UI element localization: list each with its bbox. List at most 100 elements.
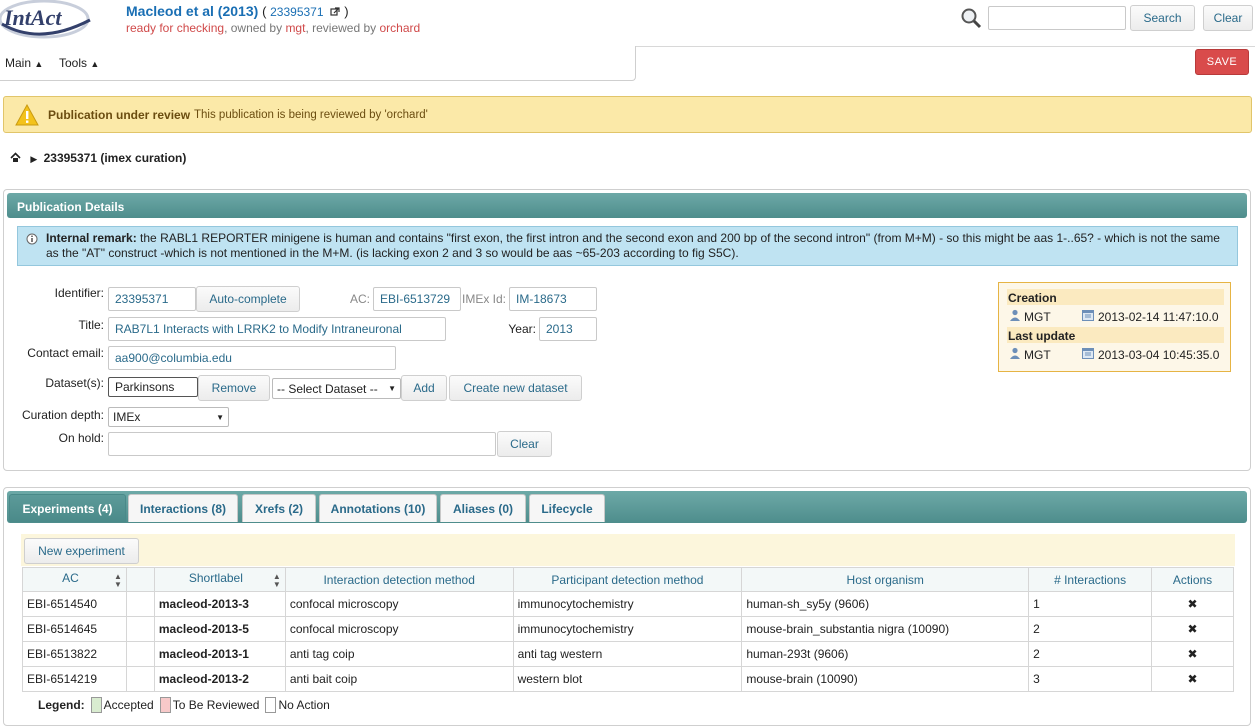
user-icon xyxy=(1009,347,1021,362)
cell-interaction-method: anti bait coip xyxy=(284,666,514,692)
cell-participant-method: western blot xyxy=(512,666,743,692)
remark-text: the RABL1 REPORTER minigene is human and… xyxy=(46,231,1220,260)
column-header-participant-method: Participant detection method xyxy=(512,567,743,592)
year-field[interactable] xyxy=(539,317,597,341)
tab-aliases[interactable]: Aliases (0) xyxy=(440,494,526,522)
calendar-icon xyxy=(1082,347,1094,362)
legend-label: Legend: xyxy=(38,698,85,712)
ac-field[interactable] xyxy=(373,287,461,311)
remark-label: Internal remark: xyxy=(46,231,137,245)
info-icon xyxy=(26,233,38,249)
cell-participant-method: immunocytochemistry xyxy=(512,616,743,642)
internal-remark: Internal remark: the RABL1 REPORTER mini… xyxy=(17,226,1238,266)
search-button[interactable]: Search xyxy=(1130,5,1195,31)
curation-depth-label: Curation depth: xyxy=(21,408,104,422)
experiments-table: AC ▲ ▼ Shortlabel ▲ ▼ Interaction detection … xyxy=(22,567,1234,692)
cell-shortlabel[interactable]: macleod-2013-1 xyxy=(153,641,286,667)
delete-icon[interactable]: ✖ xyxy=(1151,641,1234,667)
cell-interaction-method: anti tag coip xyxy=(284,641,514,667)
user-icon xyxy=(1009,309,1021,324)
cell-ac: EBI-6514219 xyxy=(22,666,127,692)
column-header-host-organism: Host organism xyxy=(741,567,1030,592)
on-hold-label: On hold: xyxy=(58,431,104,445)
legend-swatch-to-review xyxy=(159,697,171,713)
auto-complete-button[interactable]: Auto-complete xyxy=(196,286,300,312)
publication-title: Macleod et al (2013) ( 23395371 ) xyxy=(126,3,349,19)
table-header-row: AC ▲ ▼ Shortlabel ▲ ▼ Interaction detection … xyxy=(22,567,1234,592)
update-user: MGT xyxy=(1024,347,1051,362)
delete-icon[interactable]: ✖ xyxy=(1151,616,1234,642)
cell-host-organism: mouse-brain_substantia nigra (10090) xyxy=(741,616,1030,642)
tab-xrefs[interactable]: Xrefs (2) xyxy=(242,494,316,522)
breadcrumb-current: 23395371 (imex curation) xyxy=(43,151,187,165)
external-link-icon[interactable] xyxy=(327,3,344,19)
legend-accepted: Accepted xyxy=(103,698,154,712)
banner-title: Publication under review xyxy=(48,108,191,122)
creation-heading: Creation xyxy=(1007,289,1224,305)
calendar-icon xyxy=(1082,309,1094,324)
delete-icon[interactable]: ✖ xyxy=(1151,666,1234,692)
cell-host-organism: human-sh_sy5y (9606) xyxy=(741,591,1030,617)
table-row[interactable]: EBI-6514645 macleod-2013-5 confocal micr… xyxy=(22,616,1234,642)
cell-interactions-count: 3 xyxy=(1028,666,1153,692)
reviewer-name: orchard xyxy=(379,21,421,35)
legend-no-action: No Action xyxy=(278,698,330,712)
on-hold-clear-button[interactable]: Clear xyxy=(497,431,552,457)
legend-swatch-accepted xyxy=(90,697,102,713)
intact-logo[interactable]: IntAct xyxy=(0,0,95,42)
select-dataset-dropdown[interactable]: -- Select Dataset -- ▼ xyxy=(272,378,401,399)
imex-id-label: IMEx Id: xyxy=(462,292,507,306)
experiments-toolbar xyxy=(21,534,1235,566)
identifier-field[interactable] xyxy=(108,287,196,311)
table-row[interactable]: EBI-6514219 macleod-2013-2 anti bait coi… xyxy=(22,666,1234,692)
delete-icon[interactable]: ✖ xyxy=(1151,591,1234,617)
status-text: ready for checking xyxy=(126,21,225,35)
cell-interactions-count: 1 xyxy=(1028,591,1153,617)
tab-interactions[interactable]: Interactions (8) xyxy=(128,494,238,522)
add-dataset-button[interactable]: Add xyxy=(401,375,447,401)
dataset-list[interactable] xyxy=(108,377,198,397)
dropdown-arrow-icon: ▼ xyxy=(388,384,396,393)
new-experiment-button[interactable]: New experiment xyxy=(24,538,139,564)
contact-email-field[interactable] xyxy=(108,346,396,370)
column-header-shortlabel[interactable]: Shortlabel ▲ ▼ xyxy=(153,567,286,592)
table-row[interactable]: EBI-6514540 macleod-2013-3 confocal micr… xyxy=(22,591,1234,617)
cell-shortlabel[interactable]: macleod-2013-5 xyxy=(153,616,286,642)
cell-participant-method: immunocytochemistry xyxy=(512,591,743,617)
search-input[interactable] xyxy=(988,6,1126,30)
column-header-ac[interactable]: AC ▲ ▼ xyxy=(22,567,127,592)
title-field[interactable] xyxy=(108,317,446,341)
creation-date: 2013-02-14 11:47:10.0 xyxy=(1098,309,1219,324)
remove-dataset-button[interactable]: Remove xyxy=(198,375,270,401)
table-row[interactable]: EBI-6513822 macleod-2013-1 anti tag coip… xyxy=(22,641,1234,667)
tab-annotations[interactable]: Annotations (10) xyxy=(319,494,437,522)
caret-up-icon: ▲ xyxy=(90,59,100,69)
curation-depth-select[interactable]: IMEx ▼ xyxy=(108,407,229,427)
sort-icon: ▲ ▼ xyxy=(114,571,122,589)
panel-title: Publication Details xyxy=(7,193,1247,218)
cell-ac: EBI-6514540 xyxy=(22,591,127,617)
create-dataset-button[interactable]: Create new dataset xyxy=(449,375,582,401)
home-icon[interactable] xyxy=(10,151,24,165)
logo-text: IntAct xyxy=(3,5,62,30)
audit-info-box: Creation MGT 2013-02-14 11:47:10.0 Last … xyxy=(998,282,1231,372)
save-button[interactable]: SAVE xyxy=(1195,49,1249,75)
legend-to-review: To Be Reviewed xyxy=(172,698,260,712)
on-hold-field[interactable] xyxy=(108,432,496,456)
cell-interactions-count: 2 xyxy=(1028,616,1153,642)
column-header-actions: Actions xyxy=(1151,567,1234,592)
tools-menu[interactable]: Tools ▲ xyxy=(59,56,99,70)
imex-id-field[interactable] xyxy=(509,287,597,311)
pubmed-link[interactable]: 23395371 xyxy=(270,5,323,19)
tab-lifecycle[interactable]: Lifecycle xyxy=(529,494,605,522)
cell-shortlabel[interactable]: macleod-2013-2 xyxy=(153,666,286,692)
publication-status: ready for checking, owned by mgt, review… xyxy=(126,21,421,35)
clear-search-button[interactable]: Clear xyxy=(1203,5,1253,31)
creation-user: MGT xyxy=(1024,309,1051,324)
cell-host-organism: mouse-brain (10090) xyxy=(741,666,1030,692)
datasets-label: Dataset(s): xyxy=(45,376,104,390)
main-menu[interactable]: Main ▲ xyxy=(5,56,43,70)
tab-experiments[interactable]: Experiments (4) xyxy=(9,494,126,522)
update-date: 2013-03-04 10:45:35.0 xyxy=(1098,347,1220,362)
cell-shortlabel[interactable]: macleod-2013-3 xyxy=(153,591,286,617)
